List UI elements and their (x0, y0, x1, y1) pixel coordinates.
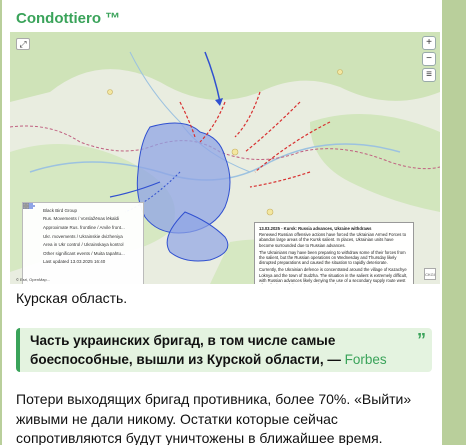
map-legend: Black Bird Group Rus. Movements / Vorsla… (22, 202, 144, 284)
blue-arrow-icon (23, 205, 39, 239)
zoom-in-icon[interactable]: + (422, 36, 436, 50)
channel-name[interactable]: Condottiero ™ (16, 10, 120, 27)
legend-item: Black Bird Group (23, 203, 139, 215)
map-attribution: © Esri, OpenMap... (16, 277, 51, 282)
fullscreen-icon[interactable]: ⤢ (16, 38, 30, 50)
zoom-out-icon[interactable]: − (422, 52, 436, 66)
map-image[interactable]: ⤢ + − ≡ Black Bird Group Rus. Movements … (10, 32, 440, 284)
message-bubble: Condottiero ™ ⤢ + − ≡ Black Bird Group R… (2, 0, 442, 445)
map-infobox: 13.03.2025 - Kursk: Russia advances, Ukr… (254, 222, 414, 284)
legend-item: Approximate Rus. frontline / Arvile fron… (23, 205, 139, 232)
layers-icon[interactable]: ≡ (422, 68, 436, 82)
legend-item: Last updated 13.03.2025 16:40 (23, 203, 139, 267)
post-region-label: Курская область. (16, 290, 128, 306)
quote-mark-icon: ” (417, 330, 426, 350)
legend-item: Area in Ukr control / Ukrainskaya kontro… (23, 203, 139, 249)
area-icon (23, 203, 39, 248)
infobox-paragraph: Renewed Russian offensive actions have f… (259, 232, 407, 248)
post-body: Потери выходящих бригад противника, боле… (16, 391, 412, 445)
event-icon (23, 203, 39, 256)
frontline-icon (23, 205, 39, 230)
quote-text: Часть украинских бригад, в том числе сам… (30, 333, 387, 367)
quote-source-link[interactable]: Forbes (345, 352, 387, 367)
red-arrow-icon (23, 205, 39, 222)
legend-item: Rus. Movements / Vorslažēnas lēkaldi (23, 205, 139, 224)
info-icon (23, 203, 39, 265)
infobox-title: 13.03.2025 - Kursk: Russia advances, Ukr… (259, 226, 372, 231)
post-quote: Часть украинских бригад, в том числе сам… (16, 328, 432, 372)
legend-item: Other significant events / Muita tapahtu… (23, 203, 139, 258)
infobox-paragraph: Currently, the Ukrainian defence is conc… (259, 267, 408, 284)
legend-item: Ukr. movements / Ukrainskie dvizheniya (23, 205, 139, 241)
infobox-paragraph: The Ukrainians may have been preparing t… (259, 249, 406, 266)
map-corner-badge: CKGI (424, 268, 436, 280)
